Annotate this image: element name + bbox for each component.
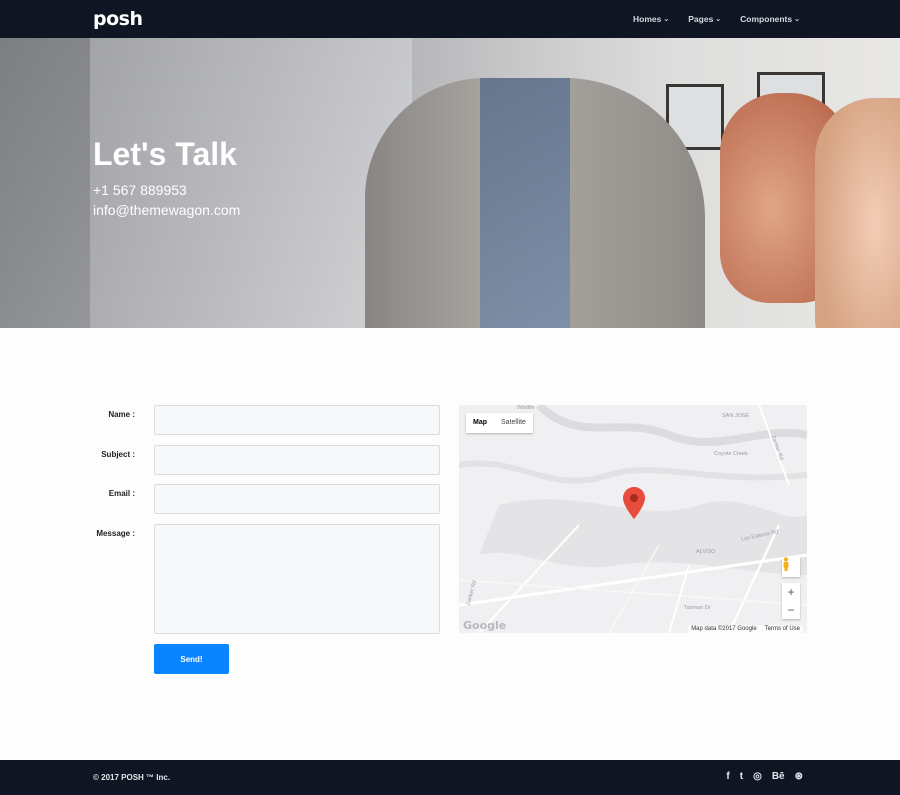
twitter-icon[interactable]: t xyxy=(740,770,743,784)
map-canvas[interactable] xyxy=(459,405,807,633)
subject-field[interactable] xyxy=(154,445,440,475)
map-pin-icon[interactable] xyxy=(623,487,645,519)
nav-item-homes[interactable]: Homes ⌄ xyxy=(633,14,669,24)
map-place-label: Wildlife xyxy=(517,405,535,411)
map-type-toggle: Map Satellite xyxy=(466,413,533,433)
nav-item-label: Pages xyxy=(688,14,714,24)
facebook-icon[interactable]: f xyxy=(726,770,729,784)
map-data-text: Map data ©2017 Google xyxy=(691,626,757,632)
street-view-icon[interactable] xyxy=(782,557,800,577)
name-field[interactable] xyxy=(154,405,440,435)
subject-label: Subject : xyxy=(101,450,135,459)
social-links: f t ◎ Bē ⊛ xyxy=(726,770,803,784)
copyright: © 2017 POSH ™ Inc. xyxy=(93,773,171,782)
nav-item-pages[interactable]: Pages ⌄ xyxy=(688,14,721,24)
map-tab-map[interactable]: Map xyxy=(466,413,494,433)
chevron-down-icon: ⌄ xyxy=(663,15,670,23)
chevron-down-icon: ⌄ xyxy=(715,15,722,23)
map-tab-satellite[interactable]: Satellite xyxy=(494,413,533,433)
nav-item-label: Homes xyxy=(633,14,662,24)
map-place-label: Coyote Creek xyxy=(714,451,748,457)
contact-email[interactable]: info@themewagon.com xyxy=(93,201,240,219)
nav-menu: Homes ⌄ Pages ⌄ Components ⌄ xyxy=(633,0,800,38)
hero-banner: Let's Talk +1 567 889953 info@themewagon… xyxy=(0,38,900,328)
map-place-label: Tasman Dr xyxy=(684,605,711,611)
email-field[interactable] xyxy=(154,484,440,514)
footer: © 2017 POSH ™ Inc. f t ◎ Bē ⊛ xyxy=(0,760,900,795)
navbar: posh Homes ⌄ Pages ⌄ Components ⌄ xyxy=(0,0,900,38)
dribbble-icon[interactable]: ⊛ xyxy=(795,770,803,784)
google-logo[interactable]: Google xyxy=(463,619,506,632)
message-field[interactable] xyxy=(154,524,440,634)
map-zoom-control: + − xyxy=(782,583,800,619)
contact-phone[interactable]: +1 567 889953 xyxy=(93,181,187,199)
zoom-in-button[interactable]: + xyxy=(782,583,800,601)
map-place-label: SAN JOSE xyxy=(722,413,750,419)
email-label: Email : xyxy=(108,489,135,498)
terms-of-use-link[interactable]: Terms of Use xyxy=(765,626,800,632)
map-attribution: Map data ©2017 Google Terms of Use xyxy=(688,625,803,633)
nav-item-label: Components xyxy=(740,14,793,24)
name-label: Name : xyxy=(108,410,135,419)
logo[interactable]: posh xyxy=(93,8,143,30)
zoom-out-button[interactable]: − xyxy=(782,601,800,619)
behance-icon[interactable]: Bē xyxy=(772,770,785,784)
page-title: Let's Talk xyxy=(93,136,237,172)
message-label: Message : xyxy=(96,529,135,538)
nav-item-components[interactable]: Components ⌄ xyxy=(740,14,800,24)
instagram-icon[interactable]: ◎ xyxy=(753,770,762,784)
map-place-label: ALVISO xyxy=(696,549,716,555)
map-widget[interactable]: Wildlife ALVISO Coyote Creek SAN JOSE Lo… xyxy=(459,405,807,633)
chevron-down-icon: ⌄ xyxy=(794,15,800,23)
send-button[interactable]: Send! xyxy=(154,644,229,674)
